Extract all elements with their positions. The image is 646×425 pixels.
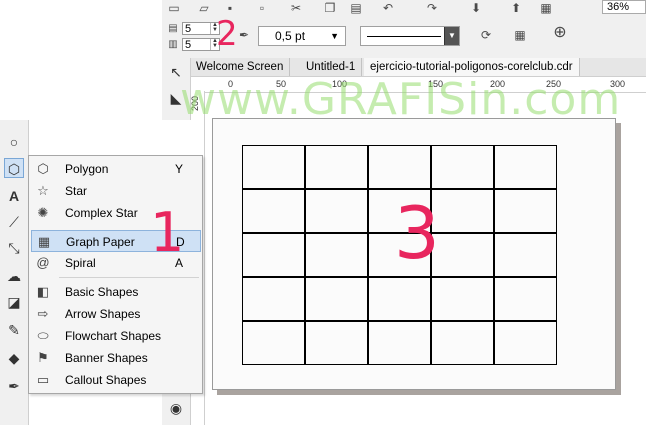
- graph-paper-cell: [431, 189, 494, 233]
- import-icon[interactable]: ⬇: [468, 1, 484, 15]
- menu-item-shortcut: Y: [175, 162, 184, 176]
- graph-paper-cell: [242, 233, 305, 277]
- menu-item-label: Complex Star: [65, 206, 138, 220]
- callout-shapes-icon: ▭: [36, 372, 50, 387]
- graph-paper-cell: [368, 277, 431, 321]
- print-icon[interactable]: ▫: [254, 1, 270, 15]
- interactive-fill-icon[interactable]: ◉: [166, 398, 186, 418]
- line-style-select[interactable]: ▼: [360, 26, 460, 46]
- graph-paper-icon: ▦: [37, 234, 51, 249]
- menu-item-label: Flowchart Shapes: [65, 329, 162, 343]
- basic-shapes-icon: ◧: [36, 284, 50, 299]
- add-icon[interactable]: ⊕: [552, 25, 568, 41]
- publish-icon[interactable]: ▦: [538, 1, 554, 15]
- graph-paper-cell: [431, 145, 494, 189]
- graph-paper-cell: [368, 321, 431, 365]
- graph-paper-cell: [494, 189, 557, 233]
- annotation-number-three: 3: [394, 191, 440, 275]
- graph-paper-cell: [431, 233, 494, 277]
- menu-item-banner-shapes[interactable]: ⚑ Banner Shapes: [31, 347, 201, 369]
- text-tool-icon[interactable]: A: [4, 186, 24, 206]
- chevron-down-icon[interactable]: ▼: [444, 27, 459, 45]
- toolbox-lower: ◉: [162, 392, 191, 425]
- to-front-icon[interactable]: ▦: [512, 28, 528, 42]
- spiral-icon: @: [36, 255, 50, 270]
- undo-icon[interactable]: ↶: [380, 1, 396, 15]
- eyedropper-tool-icon[interactable]: ✎: [4, 320, 24, 340]
- complex-star-icon: ✺: [37, 205, 49, 220]
- menu-item-label: Callout Shapes: [65, 373, 147, 387]
- graph-paper-cell: [431, 321, 494, 365]
- redo-icon[interactable]: ↷: [424, 1, 440, 15]
- graph-paper-cell: [305, 321, 368, 365]
- ellipse-tool-icon[interactable]: ○: [4, 132, 24, 152]
- menu-item-label: Arrow Shapes: [65, 307, 141, 321]
- annotation-number-two: 2: [216, 14, 238, 54]
- paste-icon[interactable]: ▤: [348, 1, 364, 15]
- graph-paper-cell: [494, 321, 557, 365]
- menu-item-callout-shapes[interactable]: ▭ Callout Shapes: [31, 369, 201, 391]
- pen-nib-icon: ✒: [238, 28, 250, 42]
- watermark: www.GRAFISin.com: [180, 74, 622, 125]
- graph-paper-cell: [431, 277, 494, 321]
- menu-item-basic-shapes[interactable]: ◧ Basic Shapes: [31, 281, 201, 303]
- menu-item-star[interactable]: ☆ Star: [31, 180, 201, 202]
- outline-width-value: 0,5 pt: [275, 29, 306, 43]
- copy-icon[interactable]: ❐: [322, 1, 338, 15]
- annotation-number-one: 1: [150, 201, 185, 264]
- graph-paper-cell: [305, 277, 368, 321]
- grid-rows-field[interactable]: 5 ▲ ▼: [182, 22, 220, 35]
- line-style-preview: [367, 36, 441, 37]
- graph-paper-cell: [494, 145, 557, 189]
- grid-columns-field[interactable]: 5 ▲ ▼: [182, 38, 220, 51]
- save-icon[interactable]: ▪: [222, 1, 238, 15]
- rows-icon: ▤: [168, 23, 178, 34]
- grid-columns-value: 5: [185, 39, 192, 51]
- open-icon[interactable]: ▱: [196, 1, 212, 15]
- menu-item-label: Spiral: [65, 256, 96, 270]
- flowchart-shapes-icon: ⬭: [37, 328, 49, 343]
- banner-shapes-icon: ⚑: [37, 350, 49, 365]
- wrap-text-icon[interactable]: ⟳: [478, 28, 494, 42]
- polygon-icon: ⬡: [37, 161, 49, 176]
- graph-paper-cell: [242, 277, 305, 321]
- cut-icon[interactable]: ✂: [288, 1, 304, 15]
- menu-item-label: Graph Paper: [66, 235, 135, 249]
- star-icon: ☆: [37, 183, 49, 198]
- menu-item-label: Basic Shapes: [65, 285, 139, 299]
- outline-tool-icon[interactable]: ✒: [4, 376, 24, 396]
- export-icon[interactable]: ⬆: [508, 1, 524, 15]
- connector-tool-icon[interactable]: ⤡: [4, 238, 24, 258]
- chevron-down-icon: ▼: [330, 31, 339, 41]
- toolbox: ○ ⬡ A ⟋ ⤡ ☁ ◪ ✎ ◆ ✒: [0, 120, 29, 425]
- menu-item-label: Polygon: [65, 162, 109, 176]
- zoom-level[interactable]: 36%: [602, 0, 646, 14]
- shape-tools-flyout: ⬡ Polygon Y ☆ Star ✺ Complex Star ▦ Grap…: [28, 155, 203, 394]
- graph-paper-cell: [494, 277, 557, 321]
- menu-item-flowchart-shapes[interactable]: ⬭ Flowchart Shapes: [31, 325, 201, 347]
- menu-item-label: Banner Shapes: [65, 351, 148, 365]
- grid-rows-value: 5: [185, 23, 192, 35]
- menu-item-polygon[interactable]: ⬡ Polygon Y: [31, 158, 201, 180]
- graph-paper-cell: [242, 321, 305, 365]
- graph-paper-cell: [368, 145, 431, 189]
- graph-paper-cell: [305, 189, 368, 233]
- menu-item-label: Star: [65, 184, 88, 198]
- outline-width-select[interactable]: 0,5 pt ▼: [258, 26, 346, 46]
- new-icon[interactable]: ▭: [166, 1, 182, 15]
- graph-paper-cell: [305, 145, 368, 189]
- polygon-tool-icon[interactable]: ⬡: [4, 158, 24, 178]
- menu-item-arrow-shapes[interactable]: ⇨ Arrow Shapes: [31, 303, 201, 325]
- dimension-tool-icon[interactable]: ⟋: [4, 212, 24, 232]
- graph-paper-cell: [242, 145, 305, 189]
- fill-tool-icon[interactable]: ◆: [4, 348, 24, 368]
- menu-separator: [59, 277, 199, 278]
- graph-paper-cell: [305, 233, 368, 277]
- arrow-shapes-icon: ⇨: [37, 306, 49, 321]
- columns-icon: ▥: [168, 39, 178, 50]
- graph-paper-cell: [494, 233, 557, 277]
- transparency-tool-icon[interactable]: ◪: [4, 292, 24, 312]
- blend-tool-icon[interactable]: ☁: [4, 266, 24, 286]
- graph-paper-cell: [242, 189, 305, 233]
